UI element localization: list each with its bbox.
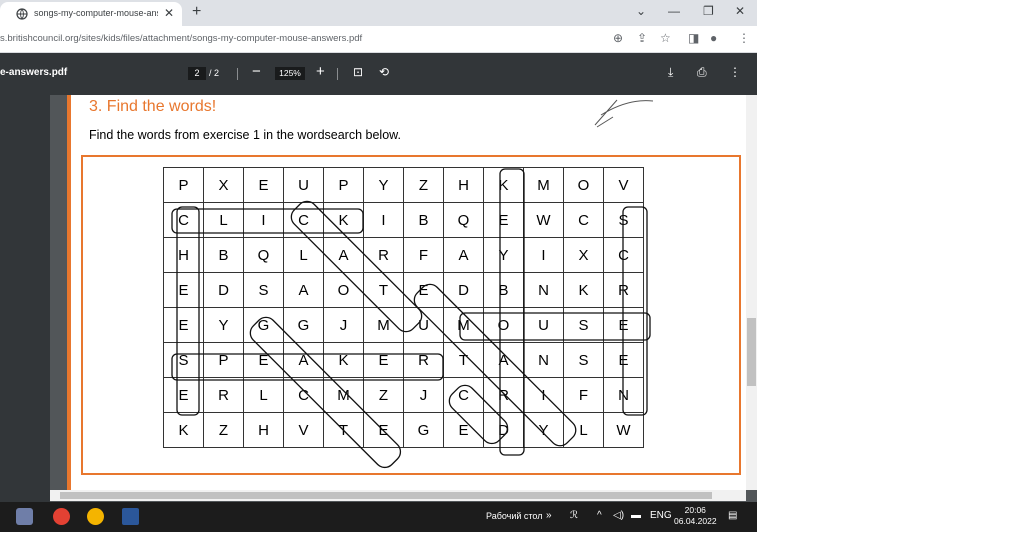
pdf-viewer: 3. Find the words! Find the words from e…	[0, 95, 757, 502]
language-indicator[interactable]: ENG	[650, 510, 672, 521]
desktop-label[interactable]: Рабочий стол	[486, 511, 543, 521]
clock-time: 20:06	[684, 505, 706, 515]
thumbnail-panel	[0, 95, 50, 502]
chevron-double-icon[interactable]: »	[546, 510, 552, 521]
minimize-button[interactable]: —	[668, 4, 680, 18]
answer-mouse	[459, 312, 651, 341]
clock[interactable]: 20:06 06.04.2022	[674, 505, 717, 527]
answer-speaker	[171, 353, 444, 381]
divider	[237, 68, 238, 80]
people-icon[interactable]: ℛ	[570, 510, 578, 521]
tab-search-icon[interactable]: ⌄	[636, 4, 646, 18]
tab-strip: songs-my-computer-mouse-ans· ✕ + ⌄ — ❐ ✕	[0, 0, 757, 26]
horizontal-scroll-thumb[interactable]	[60, 492, 712, 499]
flag-icon[interactable]: ▬	[631, 510, 641, 521]
side-panel-icon[interactable]: ◨	[688, 31, 699, 45]
clock-date: 06.04.2022	[674, 516, 717, 526]
answer-cat	[290, 200, 423, 333]
browser-tab[interactable]: songs-my-computer-mouse-ans· ✕	[0, 2, 182, 26]
page-total: / 2	[209, 68, 220, 78]
bookmark-star-icon[interactable]: ☆	[660, 31, 671, 45]
page-number-input[interactable]: 2	[188, 67, 206, 80]
pdf-toolbar: e-answers.pdf 2 / 2 − 125% + ⊡ ⟲ ⤓ ⎙ ⋮	[0, 53, 757, 95]
word-icon[interactable]	[122, 508, 139, 525]
taskbar: Рабочий стол » ℛ ^ ◁) ▬ ENG 20:06 06.04.…	[0, 502, 757, 532]
bottom-strip	[0, 532, 757, 545]
speaker-icon[interactable]: ◁)	[613, 510, 624, 521]
answer-ed	[413, 283, 577, 447]
download-icon[interactable]: ⤓	[668, 65, 673, 80]
tab-title: songs-my-computer-mouse-ans·	[34, 8, 158, 18]
globe-icon	[16, 8, 28, 20]
address-bar: s.britishcouncil.org/sites/kids/files/at…	[0, 26, 757, 53]
rotate-icon[interactable]: ⟲	[379, 65, 389, 79]
more-options-icon[interactable]: ⋮	[729, 65, 741, 79]
chrome-icon-2[interactable]	[87, 508, 104, 525]
divider	[337, 68, 338, 80]
profile-icon[interactable]: ●	[710, 31, 717, 45]
zoom-out-button[interactable]: −	[252, 63, 261, 80]
close-tab-icon[interactable]: ✕	[164, 6, 174, 20]
pdf-page: 3. Find the words! Find the words from e…	[67, 95, 746, 490]
new-tab-button[interactable]: +	[192, 3, 201, 21]
chrome-icon[interactable]	[53, 508, 70, 525]
fit-page-icon[interactable]: ⊡	[353, 65, 363, 79]
zoom-level-input[interactable]: 125%	[275, 67, 305, 80]
restore-button[interactable]: ❐	[703, 4, 714, 18]
close-window-button[interactable]: ✕	[735, 4, 745, 18]
answer-cheese	[176, 206, 200, 416]
zoom-in-button[interactable]: +	[316, 63, 325, 80]
answer-screen	[622, 206, 648, 416]
notification-icon[interactable]: ▤	[728, 510, 737, 521]
chevron-up-icon[interactable]: ^	[597, 510, 602, 521]
horizontal-scrollbar[interactable]	[50, 490, 746, 501]
menu-icon[interactable]: ⋮	[738, 31, 750, 45]
print-icon[interactable]: ⎙	[697, 65, 707, 80]
scroll-thumb[interactable]	[747, 318, 756, 386]
screen: songs-my-computer-mouse-ans· ✕ + ⌄ — ❐ ✕…	[0, 0, 757, 545]
pdf-file-name: e-answers.pdf	[0, 67, 68, 78]
vertical-scrollbar[interactable]	[746, 95, 757, 490]
start-icon[interactable]	[16, 508, 33, 525]
zoom-icon[interactable]: ⊕	[613, 31, 623, 45]
share-icon[interactable]: ⇪	[637, 31, 647, 45]
url-field[interactable]: s.britishcouncil.org/sites/kids/files/at…	[0, 33, 362, 44]
answer-click	[171, 208, 364, 234]
answer-keyboard	[499, 168, 525, 456]
answer-overlay	[171, 168, 651, 469]
answer-gate	[249, 316, 402, 469]
